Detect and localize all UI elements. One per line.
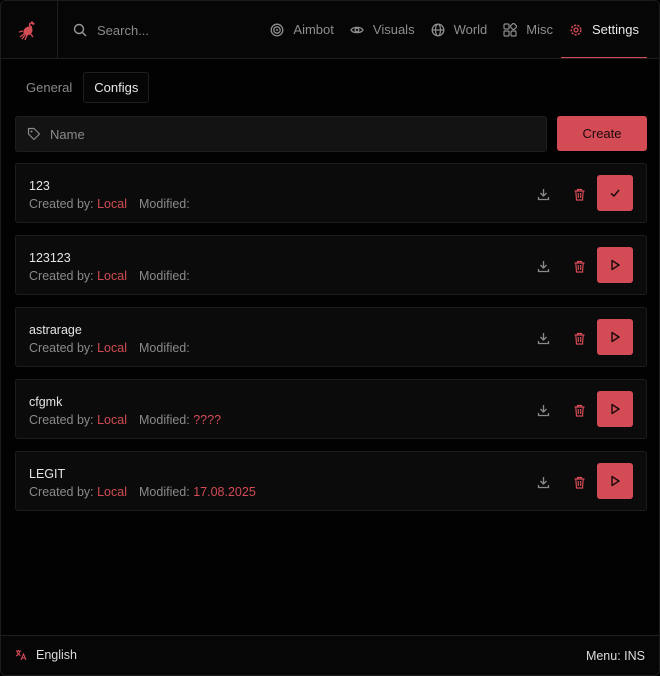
download-icon xyxy=(537,188,549,200)
export-button[interactable] xyxy=(533,328,553,348)
search-input[interactable]: Search... xyxy=(97,23,149,38)
tag-icon xyxy=(27,127,41,141)
modified-label: Modified: xyxy=(139,341,190,355)
load-config-button[interactable] xyxy=(597,391,633,427)
load-config-button[interactable] xyxy=(597,463,633,499)
modified-label: Modified: xyxy=(139,269,190,283)
created-by-value: Local xyxy=(97,197,127,211)
created-by-label: Created by: xyxy=(29,197,94,211)
created-by-label: Created by: xyxy=(29,341,94,355)
nav-item-misc[interactable]: Misc xyxy=(495,1,561,58)
created-by-value: Local xyxy=(97,485,127,499)
language-label: English xyxy=(36,648,77,662)
config-name: LEGIT xyxy=(29,467,66,481)
download-icon xyxy=(537,260,549,272)
trash-icon xyxy=(574,332,584,345)
nav-item-aimbot[interactable]: Aimbot xyxy=(262,1,341,58)
top-bar: Search... Aimbot Visuals World Misc Sett… xyxy=(1,1,659,59)
config-card: 123 Created by: Local Modified: xyxy=(15,163,647,223)
config-card: 123123 Created by: Local Modified: xyxy=(15,235,647,295)
modified-value: 17.08.2025 xyxy=(193,485,256,499)
modified-label: Modified: xyxy=(139,197,190,211)
nav-label: Settings xyxy=(592,22,639,37)
config-meta: Created by: Local Modified: xyxy=(29,341,190,355)
create-button[interactable]: Create xyxy=(557,116,647,151)
delete-button[interactable] xyxy=(569,328,589,348)
created-by-label: Created by: xyxy=(29,269,94,283)
config-meta: Created by: Local Modified: xyxy=(29,269,190,283)
check-icon xyxy=(610,189,620,198)
created-by-value: Local xyxy=(97,269,127,283)
loaded-config-button[interactable] xyxy=(597,175,633,211)
config-name-field[interactable] xyxy=(15,116,547,152)
trash-icon xyxy=(574,476,584,489)
load-config-button[interactable] xyxy=(597,319,633,355)
modified-label: Modified: xyxy=(139,485,190,499)
config-name: 123 xyxy=(29,179,50,193)
load-config-button[interactable] xyxy=(597,247,633,283)
delete-button[interactable] xyxy=(569,472,589,492)
nav-label: Aimbot xyxy=(293,22,334,37)
config-meta: Created by: Local Modified: xyxy=(29,197,190,211)
search-icon xyxy=(73,23,87,37)
play-icon xyxy=(611,475,620,487)
nav-item-visuals[interactable]: Visuals xyxy=(342,1,423,58)
config-card: astrarage Created by: Local Modified: xyxy=(15,307,647,367)
config-name: 123123 xyxy=(29,251,71,265)
tab-configs[interactable]: Configs xyxy=(83,72,150,103)
tab-general[interactable]: General xyxy=(15,72,83,103)
nav-label: Misc xyxy=(526,22,554,37)
config-card: cfgmk Created by: Local Modified: ???? xyxy=(15,379,647,439)
delete-button[interactable] xyxy=(569,184,589,204)
trash-icon xyxy=(574,404,584,417)
delete-button[interactable] xyxy=(569,400,589,420)
modified-value: ???? xyxy=(193,413,222,427)
created-by-value: Local xyxy=(97,341,127,355)
config-name: astrarage xyxy=(29,323,82,337)
config-name: cfgmk xyxy=(29,395,63,409)
nav-label: Visuals xyxy=(372,22,415,37)
config-card: LEGIT Created by: Local Modified: 17.08.20… xyxy=(15,451,647,511)
name-input[interactable] xyxy=(50,126,520,142)
play-icon xyxy=(611,259,620,271)
export-button[interactable] xyxy=(533,256,553,276)
translate-icon xyxy=(15,650,27,661)
export-button[interactable] xyxy=(533,184,553,204)
config-meta: Created by: Local Modified: ???? xyxy=(29,413,221,427)
download-icon xyxy=(537,404,549,416)
export-button[interactable] xyxy=(533,472,553,492)
export-button[interactable] xyxy=(533,400,553,420)
crab-icon xyxy=(18,20,35,40)
trash-icon xyxy=(574,260,584,273)
created-by-label: Created by: xyxy=(29,485,94,499)
play-icon xyxy=(611,331,620,343)
config-meta: Created by: Local Modified: 17.08.2025 xyxy=(29,485,256,499)
footer: English Menu: INS xyxy=(1,635,659,675)
grid-icon xyxy=(503,22,518,37)
globe-icon xyxy=(431,23,445,36)
nav-item-world[interactable]: World xyxy=(423,1,496,58)
nav-item-settings[interactable]: Settings xyxy=(561,1,647,58)
menu-key-label: Menu: INS xyxy=(585,649,645,663)
modified-label: Modified: xyxy=(139,413,190,427)
delete-button[interactable] xyxy=(569,256,589,276)
main-nav: Aimbot Visuals World Misc Settings xyxy=(262,1,647,58)
eye-icon xyxy=(350,26,364,33)
download-icon xyxy=(537,476,549,488)
gear-icon xyxy=(570,23,582,36)
created-by-label: Created by: xyxy=(29,413,94,427)
logo xyxy=(1,1,58,58)
config-list: 123 Created by: Local Modified: 123123 Crea… xyxy=(15,163,647,523)
download-icon xyxy=(537,332,549,344)
target-icon xyxy=(270,23,284,36)
trash-icon xyxy=(574,188,584,201)
created-by-value: Local xyxy=(97,413,127,427)
settings-subtabs: General Configs xyxy=(15,72,150,103)
language-selector[interactable]: English xyxy=(15,648,77,662)
search-box[interactable]: Search... xyxy=(73,21,149,39)
app-window: Search... Aimbot Visuals World Misc Sett… xyxy=(0,0,660,676)
nav-label: World xyxy=(453,22,488,37)
play-icon xyxy=(611,403,620,415)
